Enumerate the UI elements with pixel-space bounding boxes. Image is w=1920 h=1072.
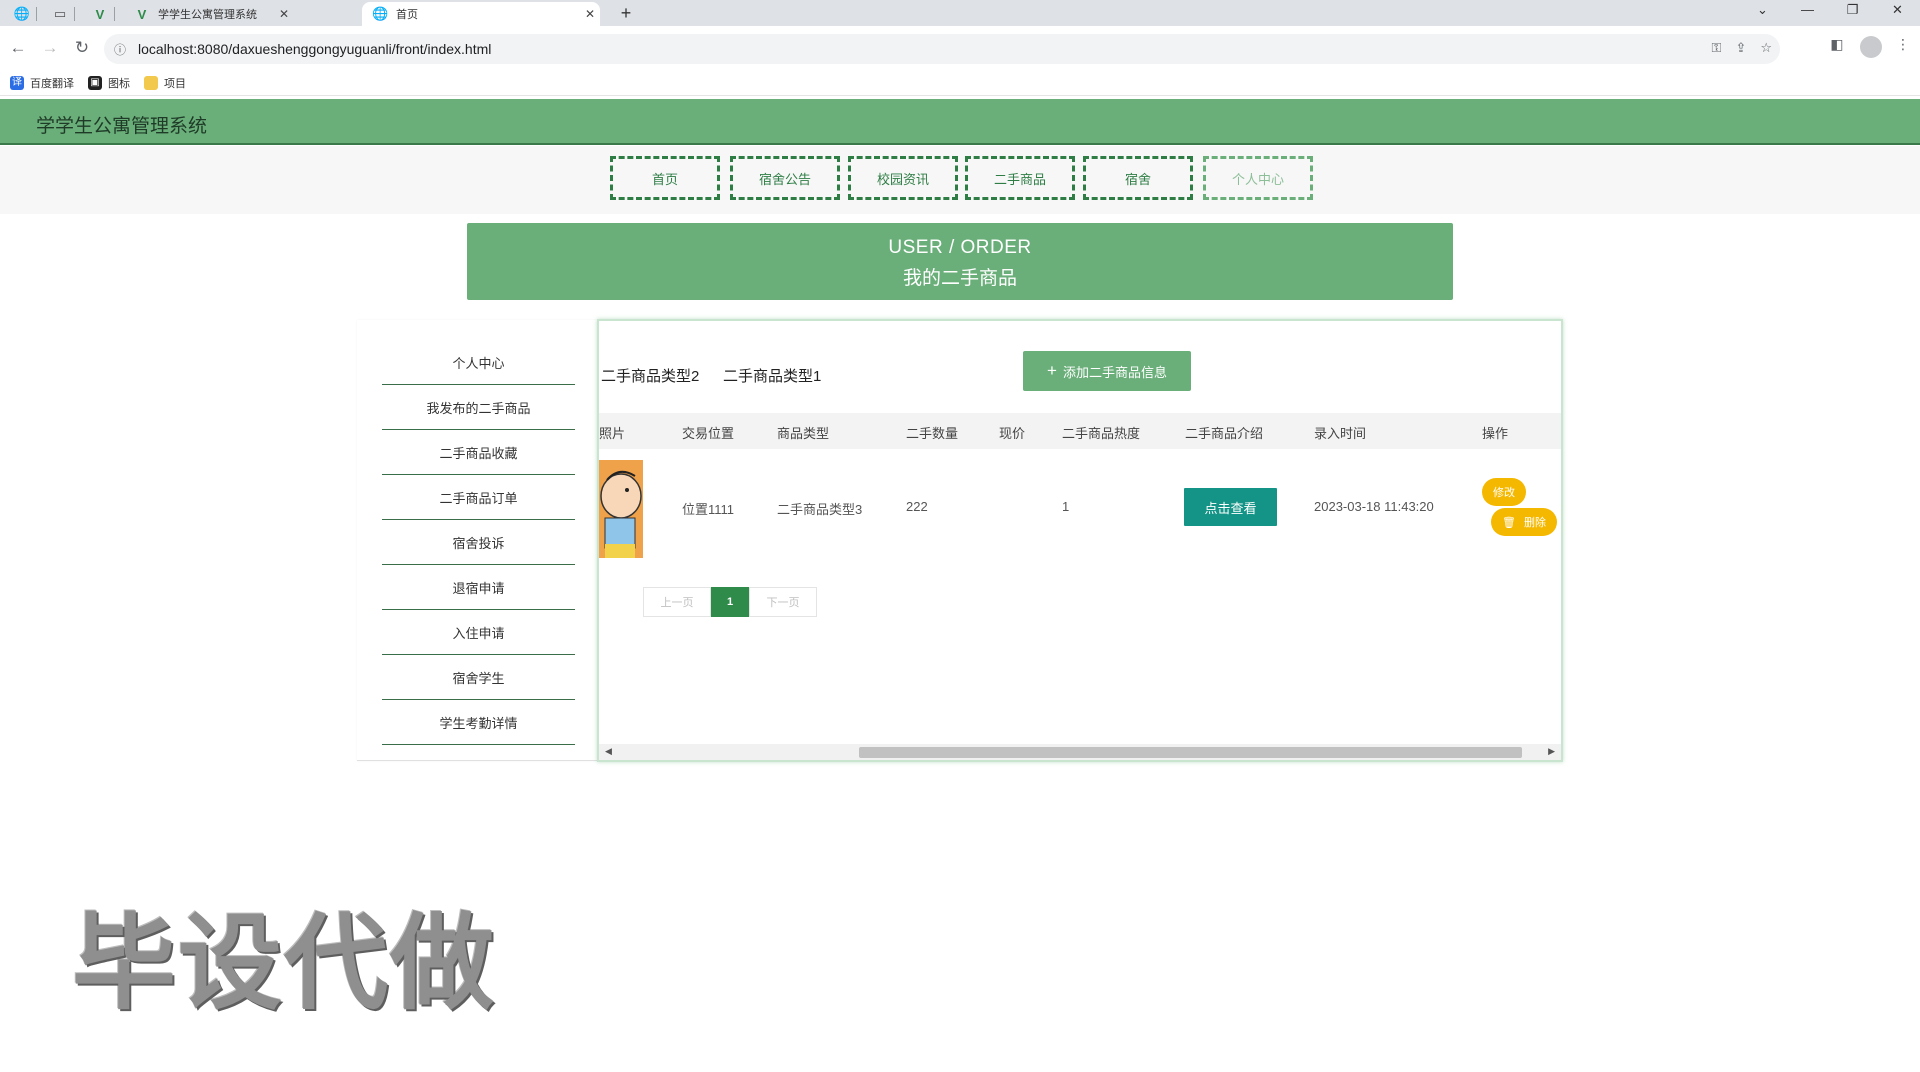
type-filter-1[interactable]: 二手商品类型1	[723, 365, 821, 386]
browser-tab-admin[interactable]: V 学学生公寓管理系统 ✕	[124, 2, 294, 26]
scrollbar-thumb[interactable]	[859, 747, 1522, 758]
folder-icon	[144, 75, 158, 90]
info-icon[interactable]: ⓘ	[114, 41, 132, 58]
site-title: 学学生公寓管理系统	[36, 116, 208, 137]
reload-icon[interactable]: ↻	[70, 36, 94, 60]
key-icon[interactable]: ⚿	[1712, 40, 1722, 56]
content-panel: 二手商品类型2 二手商品类型1 + 添加二手商品信息 照片 交易位置 商品类型 …	[597, 319, 1563, 762]
page-title: 我的二手商品	[902, 268, 1017, 289]
sidebar-item-orders[interactable]: 二手商品订单	[382, 475, 575, 520]
site-header: 学学生公寓管理系统	[0, 99, 1920, 145]
sidebar-item-attendance[interactable]: 学生考勤详情	[382, 700, 575, 745]
minimize-button[interactable]: —	[1785, 0, 1830, 22]
vue-icon: V	[137, 6, 147, 22]
sidebar-item-dorm-students[interactable]: 宿舍学生	[382, 655, 575, 700]
watermark: 毕设代做	[72, 902, 497, 1024]
nav-secondhand[interactable]: 二手商品	[965, 156, 1075, 200]
column-header: 现价	[999, 426, 1026, 441]
browser-tab-bar: 🌐 ▭ V V 学学生公寓管理系统 ✕ 🌐 首页 ✕ + ⌄ — ❐ ✕	[0, 0, 1920, 26]
nav-campus-news[interactable]: 校园资讯	[848, 156, 958, 200]
column-header: 交易位置	[682, 426, 735, 441]
column-header: 二手商品热度	[1062, 426, 1141, 441]
url-text: localhost:8080/daxueshenggongyuguanli/fr…	[138, 41, 492, 57]
nav-dorm-notice[interactable]: 宿舍公告	[730, 156, 840, 200]
bookmark-item[interactable]: 项目	[144, 75, 186, 91]
column-header: 二手数量	[906, 426, 959, 441]
cell-type: 二手商品类型3	[777, 502, 863, 517]
bookmark-item[interactable]: ▣ 图标	[88, 75, 130, 91]
address-bar: ← → ↻ ⓘ localhost:8080/daxueshenggongyug…	[0, 26, 1920, 70]
vue-icon[interactable]: V	[86, 3, 115, 25]
sidebar: 个人中心 我发布的二手商品 二手商品收藏 二手商品订单 宿舍投诉 退宿申请 入住…	[357, 320, 597, 761]
add-item-button[interactable]: + 添加二手商品信息	[1023, 351, 1191, 391]
delete-button[interactable]: 🗑 删除	[1491, 508, 1557, 536]
translate-icon: 译	[10, 75, 24, 90]
bookmark-label: 项目	[164, 77, 186, 90]
browser-tab-home[interactable]: 🌐 首页 ✕	[362, 2, 600, 26]
sidebar-item-user-center[interactable]: 个人中心	[382, 340, 575, 385]
new-tab-button[interactable]: +	[614, 2, 638, 24]
bookmarks-bar: 译 百度翻译 ▣ 图标 项目	[0, 70, 1920, 96]
restore-button[interactable]: ❐	[1830, 0, 1875, 22]
star-icon[interactable]: ☆	[1760, 40, 1772, 56]
column-header: 商品类型	[777, 426, 830, 441]
next-page-button[interactable]: 下一页	[749, 587, 817, 617]
cell-location: 位置1111	[682, 502, 735, 517]
scroll-left-icon[interactable]: ◀	[605, 746, 612, 757]
cell-created: 2023-03-18 11:43:20	[1314, 499, 1434, 514]
column-header: 二手商品介绍	[1185, 426, 1264, 441]
nav-home[interactable]: 首页	[610, 156, 720, 200]
main-nav: 首页 宿舍公告 校园资讯 二手商品 宿舍 个人中心	[0, 146, 1920, 214]
nav-user-center[interactable]: 个人中心	[1203, 156, 1313, 200]
edit-button[interactable]: 修改	[1482, 478, 1526, 506]
banner-subtitle: USER / ORDER	[888, 237, 1032, 258]
sidebar-item-my-published[interactable]: 我发布的二手商品	[382, 385, 575, 430]
page-banner: USER / ORDER 我的二手商品	[467, 223, 1453, 300]
more-menu-icon[interactable]: ⋮	[1892, 36, 1914, 58]
cartoon-photo-icon	[599, 460, 643, 558]
bookmark-label: 图标	[108, 77, 130, 90]
share-icon[interactable]: ⇪	[1735, 40, 1746, 56]
close-window-button[interactable]: ✕	[1875, 0, 1920, 22]
column-header: 照片	[599, 426, 626, 441]
sidebar-item-complaints[interactable]: 宿舍投诉	[382, 520, 575, 565]
url-field[interactable]: ⓘ localhost:8080/daxueshenggongyuguanli/…	[104, 34, 1780, 64]
table-header: 照片 交易位置 商品类型 二手数量 现价 二手商品热度 二手商品介绍 录入时间 …	[599, 413, 1561, 449]
close-icon[interactable]: ✕	[580, 7, 600, 21]
sidebar-item-checkout[interactable]: 退宿申请	[382, 565, 575, 610]
view-intro-button[interactable]: 点击查看	[1184, 488, 1277, 526]
column-header: 录入时间	[1314, 426, 1367, 441]
delete-label: 删除	[1523, 517, 1546, 529]
back-icon[interactable]: ←	[6, 36, 30, 60]
horizontal-scrollbar[interactable]: ◀ ▶	[599, 744, 1561, 760]
tab-title: 学学生公寓管理系统	[158, 9, 257, 21]
prev-page-button[interactable]: 上一页	[643, 587, 711, 617]
nav-dorm[interactable]: 宿舍	[1083, 156, 1193, 200]
column-header: 操作	[1482, 426, 1509, 441]
bookmark-item[interactable]: 译 百度翻译	[10, 75, 74, 91]
sidebar-item-favorites[interactable]: 二手商品收藏	[382, 430, 575, 475]
sidepanel-icon[interactable]: ◧	[1826, 36, 1848, 58]
type-filter-2[interactable]: 二手商品类型2	[601, 365, 699, 386]
pagination: 上一页 1 下一页	[643, 587, 817, 617]
product-photo	[599, 460, 643, 558]
scroll-right-icon[interactable]: ▶	[1548, 746, 1555, 757]
plus-icon: +	[1047, 361, 1057, 380]
close-icon[interactable]: ✕	[274, 7, 294, 21]
globe-icon[interactable]: 🌐	[8, 3, 37, 25]
trash-icon: 🗑	[1502, 516, 1516, 529]
tab-search-icon[interactable]: ⌄	[1740, 0, 1785, 22]
tab-title: 首页	[396, 9, 418, 21]
image-icon: ▣	[88, 75, 102, 90]
forward-icon[interactable]: →	[38, 36, 62, 60]
sidebar-item-checkin[interactable]: 入住申请	[382, 610, 575, 655]
pinned-tab-icon[interactable]: ▭	[46, 3, 75, 25]
bookmark-label: 百度翻译	[30, 77, 74, 90]
cell-heat: 1	[1062, 499, 1070, 514]
page-number-current[interactable]: 1	[711, 587, 749, 617]
avatar[interactable]	[1860, 36, 1882, 58]
globe-icon: 🌐	[372, 6, 389, 21]
cell-quantity: 222	[906, 499, 928, 514]
add-item-label: 添加二手商品信息	[1062, 364, 1167, 380]
